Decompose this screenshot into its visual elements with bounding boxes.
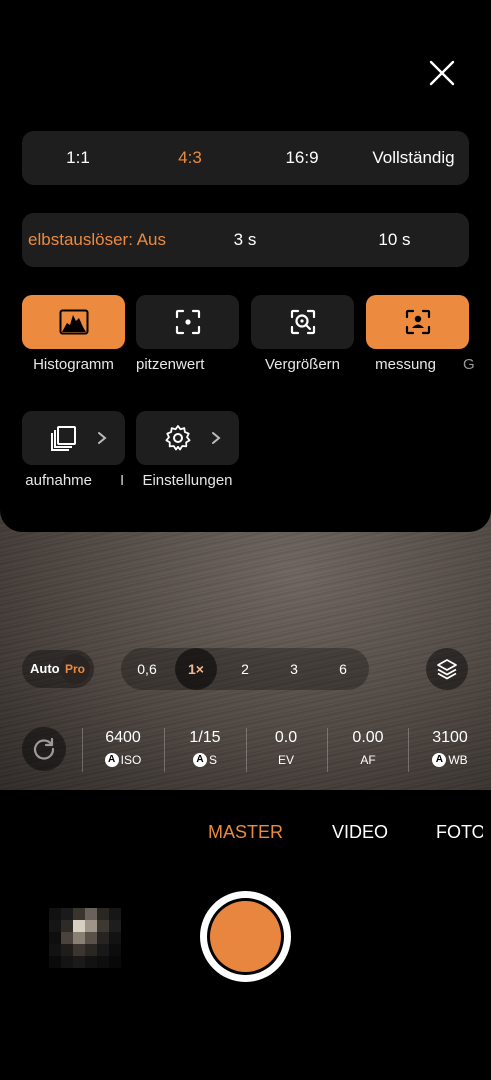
magnify-label: Vergrößern: [264, 356, 341, 373]
mode-tab-video[interactable]: VIDEO: [332, 818, 388, 846]
ev-control[interactable]: 0.0 EV: [246, 726, 326, 770]
gallery-thumbnail[interactable]: [49, 908, 123, 970]
iso-control[interactable]: 6400 A ISO: [83, 726, 163, 770]
ev-value: 0.0: [274, 729, 298, 746]
close-icon[interactable]: [427, 58, 457, 88]
magnify-toggle[interactable]: [251, 295, 354, 349]
wb-value: 3100: [432, 729, 468, 746]
histogram-icon: [59, 309, 88, 335]
shutter-ring: [207, 898, 284, 975]
shutter-button[interactable]: [200, 891, 291, 982]
zoom-level[interactable]: 2: [224, 648, 266, 690]
shutter-speed-label: S: [208, 753, 217, 767]
mode-tab-master[interactable]: MASTER: [208, 818, 283, 846]
zoom-level[interactable]: 0,6: [126, 648, 168, 690]
aspect-ratio-option[interactable]: 16:9: [246, 131, 358, 185]
pro-mode-label[interactable]: Pro: [60, 654, 90, 684]
zoom-level[interactable]: 6: [322, 648, 364, 690]
af-value: 0.00: [352, 729, 384, 746]
gear-icon: [165, 425, 190, 451]
iso-value: 6400: [105, 729, 141, 746]
cut-label: I: [120, 472, 125, 489]
shutter-core: [210, 901, 281, 972]
ev-label: EV: [277, 753, 294, 767]
zoom-level[interactable]: 3: [273, 648, 315, 690]
zoom-level-active[interactable]: 1×: [175, 648, 217, 690]
burst-mode-button[interactable]: [22, 411, 125, 465]
zoom-selector: 0,6 1× 2 3 6: [121, 648, 369, 690]
burst-icon: [50, 426, 76, 451]
shutter-speed-control[interactable]: 1/15 AS: [165, 726, 245, 770]
wb-label: WB: [448, 753, 468, 767]
burst-label: aufnahme: [25, 472, 92, 489]
auto-pro-switch[interactable]: Auto Pro: [22, 650, 94, 688]
auto-badge-icon: A: [192, 753, 207, 767]
wb-control[interactable]: 3100 A WB: [410, 726, 490, 770]
timer-option[interactable]: 10 s: [320, 213, 469, 267]
timer-option-active[interactable]: elbstauslöser: Aus: [22, 213, 166, 267]
shutter-speed-value: 1/15: [189, 729, 221, 746]
layers-icon: [437, 659, 457, 680]
auto-mode-label[interactable]: Auto: [30, 650, 60, 688]
aspect-ratio-option[interactable]: 1:1: [22, 131, 134, 185]
next-option-label: G: [463, 356, 475, 373]
portrait-metering-toggle[interactable]: [366, 295, 469, 349]
settings-panel: 1:1 4:3 16:9 Vollständig elbstauslöser: …: [0, 0, 491, 532]
focus-peaking-toggle[interactable]: [136, 295, 239, 349]
focus-peaking-label: pitzenwert: [136, 356, 205, 373]
portrait-metering-icon: [405, 309, 430, 335]
histogram-toggle[interactable]: [22, 295, 125, 349]
auto-badge-icon: A: [104, 753, 119, 767]
self-timer-selector: elbstauslöser: Aus 3 s 10 s: [22, 213, 469, 267]
reset-icon: [33, 737, 55, 760]
chevron-right-icon: [212, 432, 221, 444]
divider: [408, 728, 409, 772]
layers-button[interactable]: [426, 648, 468, 690]
af-label: AF: [360, 753, 376, 767]
reset-button[interactable]: [22, 727, 66, 771]
timer-option[interactable]: 3 s: [172, 213, 318, 267]
mode-tab-foto[interactable]: FOTO: [436, 818, 483, 846]
aspect-ratio-selector: 1:1 4:3 16:9 Vollständig: [22, 131, 469, 185]
magnify-icon: [290, 309, 315, 335]
chevron-right-icon: [98, 432, 107, 444]
af-control[interactable]: 0.00 AF: [328, 726, 408, 770]
iso-label: ISO: [120, 753, 142, 767]
settings-label: Einstellungen: [142, 472, 233, 489]
aspect-ratio-option[interactable]: Vollständig: [358, 131, 469, 185]
histogram-label: Histogramm: [33, 356, 114, 373]
aspect-ratio-option-active[interactable]: 4:3: [134, 131, 246, 185]
auto-badge-icon: A: [432, 753, 447, 767]
metering-label: messung: [375, 356, 436, 373]
focus-peaking-icon: [175, 309, 200, 335]
settings-button[interactable]: [136, 411, 239, 465]
